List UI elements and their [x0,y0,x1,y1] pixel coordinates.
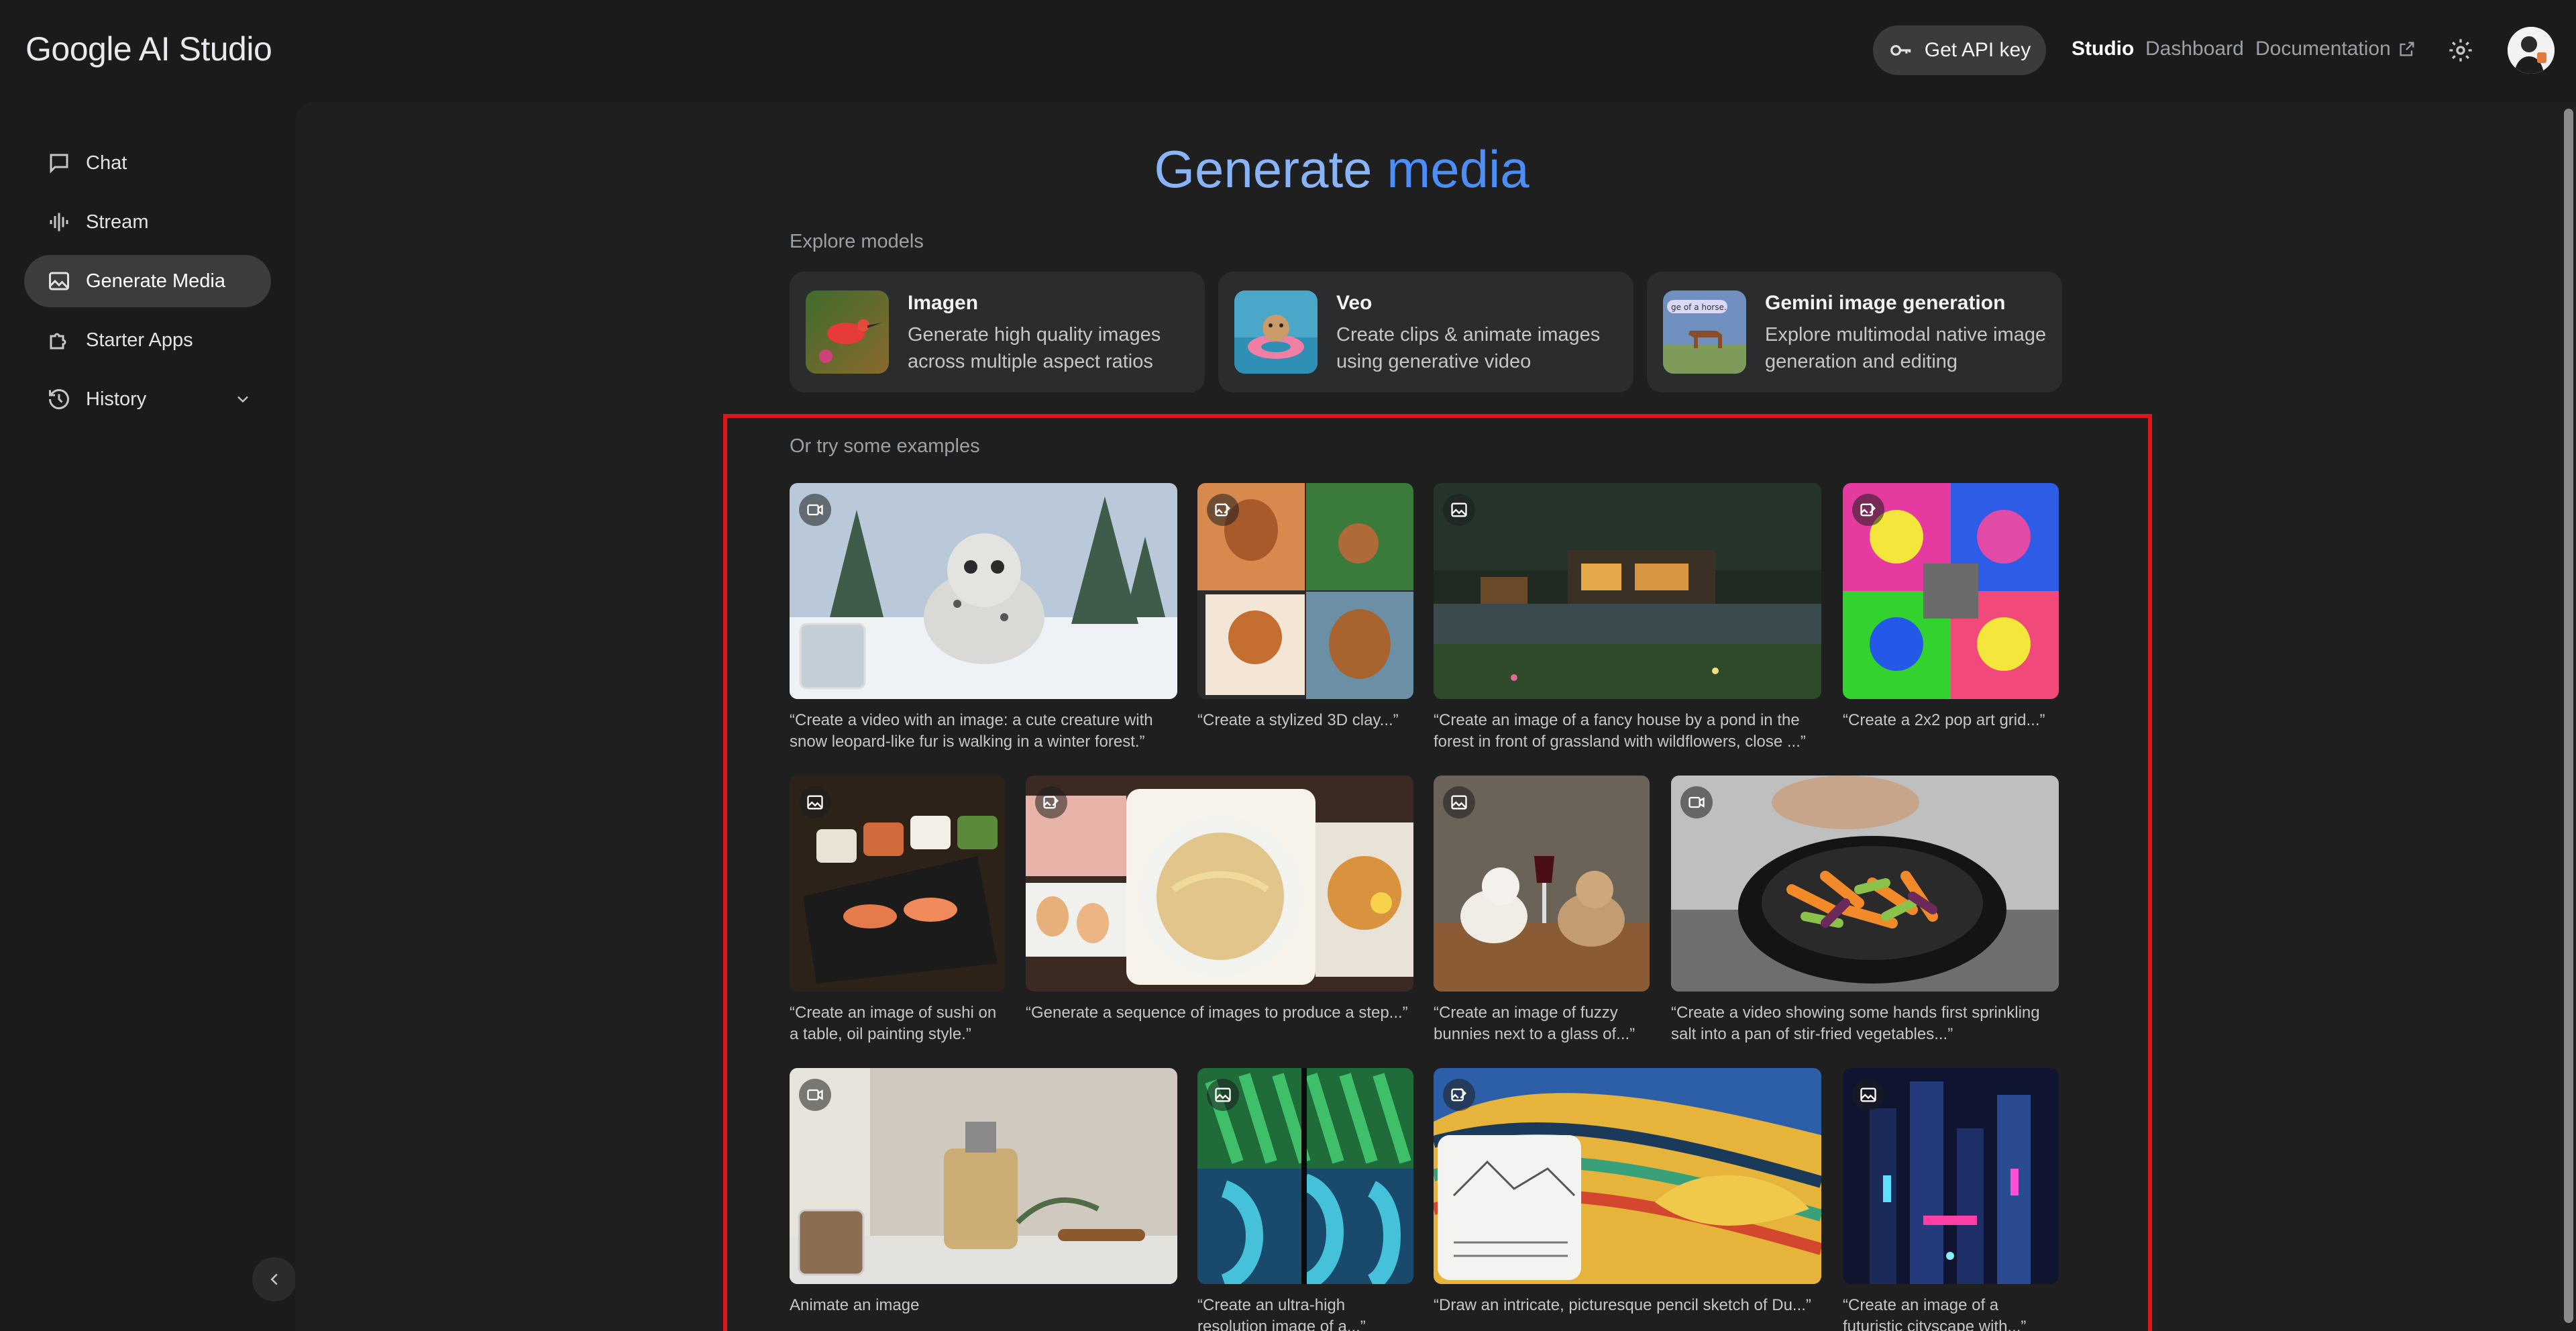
model-name: Veo [1336,292,1373,314]
video-icon [799,494,831,526]
top-bar: Google AI Studio Get API key Studio Dash… [0,0,2576,101]
example-caption: “Create a video showing some hands first… [1671,1004,2040,1043]
page-title: Generate media [1154,140,1529,199]
model-card-imagen[interactable]: Imagen Generate high quality images acro… [790,272,1205,392]
app-logo[interactable]: Google AI Studio [25,30,272,68]
history-icon [49,389,69,410]
examples-label: Or try some examples [790,435,980,457]
imagen-thumbnail [806,290,889,374]
example-thumbnail [1434,483,1821,699]
model-name: Imagen [908,292,979,314]
key-icon [1890,45,1911,56]
external-link-icon [2400,42,2414,56]
example-thumbnail [790,483,1177,699]
model-description: Generate high quality images across mult… [908,324,1161,372]
sidebar-item-label: Stream [86,211,149,233]
gemini-image-thumbnail: ge of a horse. [1663,290,1746,374]
nav-documentation[interactable]: Documentation [2255,38,2416,60]
sidebar-item-label: Starter Apps [86,329,193,351]
image-icon [1207,1079,1239,1111]
edit-image-icon [1207,494,1239,526]
nav-dashboard[interactable]: Dashboard [2145,38,2244,60]
example-thumbnail [1026,776,1413,992]
model-card-gemini-image[interactable]: ge of a horse. Gemini image generation E… [1647,272,2062,392]
svg-text:ge of a horse.: ge of a horse. [1671,303,1727,312]
example-caption: “Create a stylized 3D clay...” [1197,711,1399,729]
main-panel: Generate media Explore models Imagen Gen… [295,102,2576,1331]
collapse-sidebar-button[interactable] [252,1257,297,1301]
example-thumbnail [1671,776,2059,992]
example-thumbnail [1434,1068,1821,1284]
image-icon [49,272,69,290]
image-icon [1852,1079,1884,1111]
video-icon [1680,786,1713,818]
chevron-left-icon [270,1273,278,1285]
example-caption: “Create a 2x2 pop art grid...” [1843,711,2045,729]
chat-icon [50,154,68,174]
model-description: Explore multimodal native image generati… [1765,324,2047,372]
sidebar: Chat Stream Generate Media Starter Apps … [0,101,295,1331]
edit-image-icon [1035,786,1067,818]
sidebar-item-history[interactable]: History [24,373,271,425]
example-caption: Animate an image [790,1296,920,1314]
example-caption: “Draw an intricate, picturesque pencil s… [1434,1296,1811,1314]
example-caption: “Create an ultra-high resolution image o… [1197,1296,1366,1331]
sidebar-item-stream[interactable]: Stream [24,196,271,248]
sidebar-item-label: Generate Media [86,270,225,292]
example-caption: “Create a video with an image: a cute cr… [790,711,1153,751]
get-api-key-button[interactable]: Get API key [1873,25,2046,75]
model-description: Create clips & animate images using gene… [1336,324,1601,372]
nav-studio[interactable]: Studio [2072,38,2134,60]
sidebar-item-chat[interactable]: Chat [24,137,271,189]
puzzle-icon [50,333,66,350]
video-icon [799,1079,831,1111]
example-caption: “Create an image of fuzzy bunnies next t… [1434,1004,1635,1043]
example-caption: “Create an image of a futuristic citysca… [1843,1296,2027,1331]
explore-models-label: Explore models [790,231,924,252]
avatar[interactable] [2508,27,2555,74]
image-icon [799,786,831,818]
scrollbar-thumb[interactable] [2564,109,2573,1323]
get-api-key-label: Get API key [1924,39,2031,61]
sidebar-item-generate-media[interactable]: Generate Media [24,255,271,307]
edit-image-icon [1852,494,1884,526]
example-caption: “Create an image of a fancy house by a p… [1434,711,1806,751]
sidebar-item-starter-apps[interactable]: Starter Apps [24,314,271,366]
model-card-veo[interactable]: Veo Create clips & animate images using … [1218,272,1633,392]
veo-thumbnail [1234,290,1318,374]
gear-icon[interactable] [2447,37,2474,64]
sidebar-item-label: Chat [86,152,127,174]
scrollbar[interactable] [2561,102,2576,1331]
example-caption: “Generate a sequence of images to produc… [1026,1004,1408,1022]
chevron-down-icon[interactable] [233,390,252,409]
nav-documentation-label: Documentation [2255,38,2391,60]
image-icon [1443,494,1475,526]
stream-icon [50,213,68,231]
example-thumbnail [790,1068,1177,1284]
example-caption: “Create an image of sushi on a table, oi… [790,1004,997,1043]
edit-image-icon [1443,1079,1475,1111]
image-icon [1443,786,1475,818]
avatar-picture [2508,27,2555,74]
model-name: Gemini image generation [1765,292,2006,314]
sidebar-item-label: History [86,388,147,410]
